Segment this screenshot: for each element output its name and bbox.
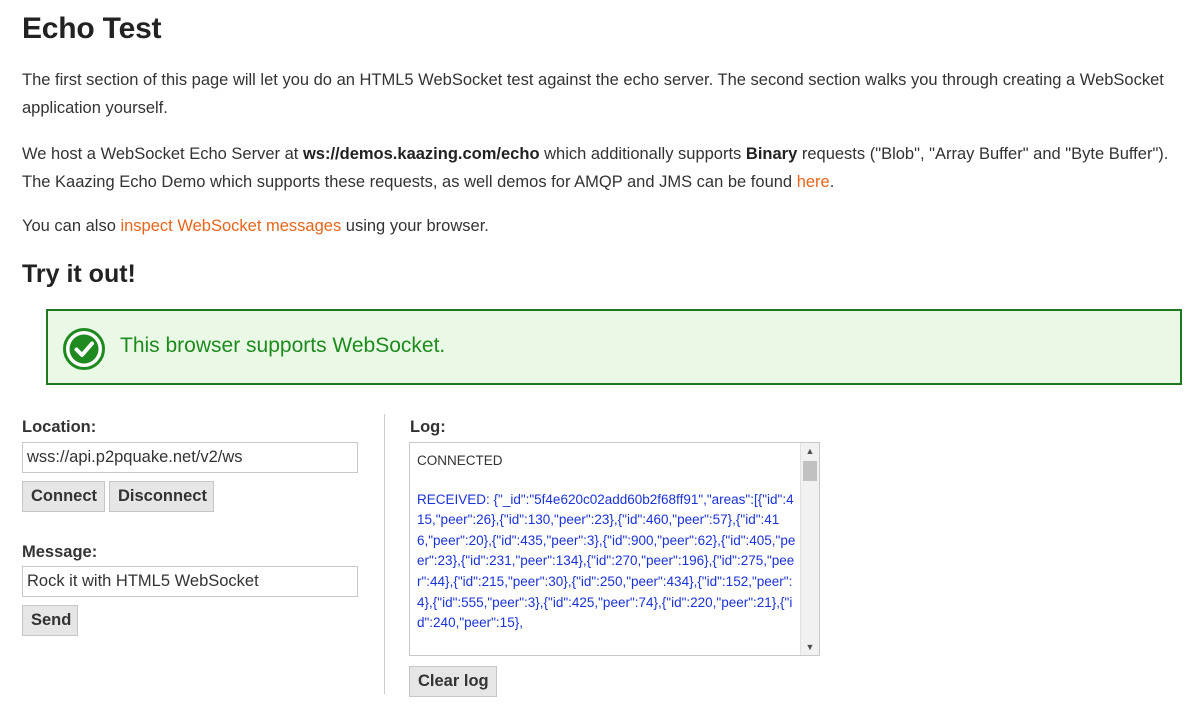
scroll-up-arrow-icon[interactable]: ▲ bbox=[801, 443, 819, 459]
host-info-text-middle: which additionally supports bbox=[539, 145, 746, 163]
clear-log-button[interactable]: Clear log bbox=[409, 666, 497, 697]
log-scrollbar[interactable]: ▲ ▼ bbox=[800, 443, 819, 655]
log-output[interactable]: CONNECTED RECEIVED: {"_id":"5f4e620c02ad… bbox=[409, 442, 820, 656]
log-content: CONNECTED RECEIVED: {"_id":"5f4e620c02ad… bbox=[417, 451, 797, 634]
disconnect-button[interactable]: Disconnect bbox=[109, 481, 214, 512]
here-link[interactable]: here bbox=[797, 173, 830, 191]
page-title: Echo Test bbox=[22, 12, 162, 45]
inspect-messages-link[interactable]: inspect WebSocket messages bbox=[120, 217, 341, 235]
host-info-text-before: We host a WebSocket Echo Server at bbox=[22, 145, 303, 163]
echo-server-url: ws://demos.kaazing.com/echo bbox=[302, 145, 540, 163]
check-circle-icon bbox=[63, 328, 105, 370]
connect-button[interactable]: Connect bbox=[22, 481, 105, 512]
location-label: Location: bbox=[22, 418, 97, 436]
host-info-paragraph: We host a WebSocket Echo Server at ws://… bbox=[22, 140, 1187, 196]
log-scroll-thumb[interactable] bbox=[803, 461, 817, 481]
websocket-support-banner: This browser supports WebSocket. bbox=[46, 309, 1182, 385]
inspect-paragraph: You can also inspect WebSocket messages … bbox=[22, 212, 1187, 240]
intro-paragraph: The first section of this page will let … bbox=[22, 71, 1164, 117]
log-entry-received: RECEIVED: {"_id":"5f4e620c02add60b2f68ff… bbox=[417, 491, 796, 631]
inspect-text-before: You can also bbox=[22, 217, 121, 235]
message-label: Message: bbox=[22, 543, 98, 561]
send-button[interactable]: Send bbox=[22, 605, 78, 636]
message-input[interactable] bbox=[22, 566, 358, 597]
log-label: Log: bbox=[410, 418, 446, 436]
host-info-text-end: . bbox=[829, 173, 835, 191]
support-message: This browser supports WebSocket. bbox=[120, 334, 446, 357]
try-it-out-heading: Try it out! bbox=[22, 260, 136, 288]
binary-term: Binary bbox=[745, 145, 798, 163]
location-input[interactable] bbox=[22, 442, 358, 473]
column-divider bbox=[384, 414, 385, 694]
log-entry-connected: CONNECTED bbox=[417, 453, 503, 468]
scroll-down-arrow-icon[interactable]: ▼ bbox=[801, 639, 819, 655]
inspect-text-after: using your browser. bbox=[341, 217, 489, 235]
